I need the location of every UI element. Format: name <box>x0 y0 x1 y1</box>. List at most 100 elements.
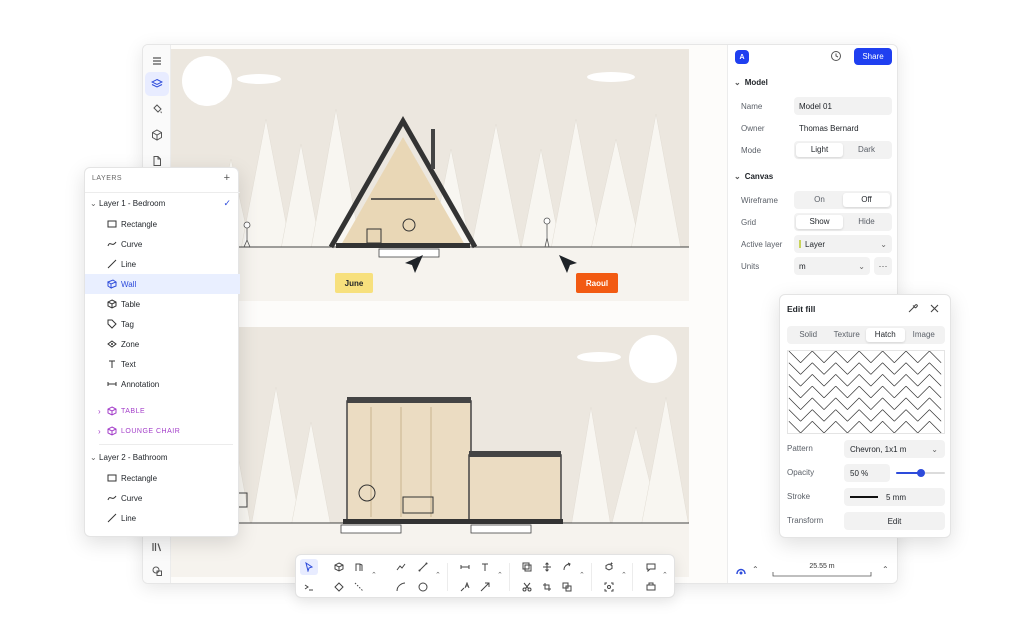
chevron-down-icon: ⌄ <box>90 198 97 208</box>
fill-type-tabs: Solid Texture Hatch Image <box>787 326 945 344</box>
tab-texture[interactable]: Texture <box>828 328 867 342</box>
move-icon[interactable] <box>538 559 556 575</box>
grid-show-option[interactable]: Show <box>796 215 843 229</box>
opacity-input[interactable]: 50 % <box>844 464 890 482</box>
chevron-up-icon[interactable]: ⌃ <box>662 571 668 579</box>
layer-item-line[interactable]: Line <box>85 508 240 528</box>
label-tool-icon[interactable] <box>456 579 474 595</box>
menu-icon[interactable] <box>145 49 169 73</box>
canvas-section-header[interactable]: ⌄ Canvas <box>734 172 773 181</box>
wireframe-toggle: On Off <box>794 191 892 209</box>
plus-icon[interactable]: + <box>224 172 230 184</box>
tab-solid[interactable]: Solid <box>789 328 828 342</box>
circle-tool-icon[interactable] <box>414 579 432 595</box>
layer-item-text[interactable]: Text <box>85 354 240 374</box>
june-cursor-icon <box>405 255 423 273</box>
crop-icon[interactable] <box>538 579 556 595</box>
grid-row: Grid Show Hide <box>728 211 897 233</box>
mode-dark-option[interactable]: Dark <box>843 143 890 157</box>
drawing-canvas[interactable]: June Raoul <box>171 45 727 583</box>
path-tool-icon[interactable] <box>392 559 410 575</box>
layer-item-rectangle[interactable]: Rectangle <box>85 468 240 488</box>
duplicate-icon[interactable] <box>518 559 536 575</box>
chevron-up-icon[interactable]: ⌃ <box>752 565 759 574</box>
rotate-icon[interactable] <box>558 559 576 575</box>
layer-item-tag[interactable]: Tag <box>85 314 240 334</box>
chevron-up-icon[interactable]: ⌃ <box>371 571 377 579</box>
component-icon <box>107 426 117 436</box>
line-tool-icon[interactable] <box>414 559 432 575</box>
close-icon[interactable] <box>930 304 939 313</box>
owner-value: Thomas Bernard <box>799 123 859 133</box>
comment-icon[interactable] <box>642 559 660 575</box>
layer-group-bathroom[interactable]: ⌄ Layer 2 - Bathroom <box>85 447 240 467</box>
more-options-icon[interactable]: ⋯ <box>874 257 892 275</box>
text-tool-icon[interactable] <box>476 559 494 575</box>
units-select[interactable]: m ⌄ <box>794 257 870 275</box>
history-icon[interactable] <box>830 50 842 62</box>
active-layer-select[interactable]: Layer ⌄ <box>794 235 892 253</box>
layer-item-zone[interactable]: Zone <box>85 334 240 354</box>
arrow-tool-icon[interactable] <box>476 579 494 595</box>
component-lounge-chair[interactable]: › LOUNGE CHAIR <box>85 421 240 441</box>
house-section-drawing <box>171 327 689 577</box>
tab-image[interactable]: Image <box>905 328 944 342</box>
mode-light-option[interactable]: Light <box>796 143 843 157</box>
layers-icon[interactable] <box>145 72 169 96</box>
chevron-up-icon[interactable]: ⌃ <box>435 571 441 579</box>
layer-item-curve[interactable]: Curve <box>85 488 240 508</box>
stroke-input[interactable]: 5 mm <box>844 488 945 506</box>
rectangle-icon <box>107 219 117 229</box>
name-field[interactable]: Model 01 <box>794 97 892 115</box>
cursor-label-raoul: Raoul <box>576 273 618 293</box>
dimension-tool-icon[interactable] <box>456 559 474 575</box>
library-icon[interactable] <box>145 535 169 559</box>
transform-edit-button[interactable]: Edit <box>844 512 945 530</box>
eyedropper-icon[interactable] <box>907 303 918 314</box>
focus-icon[interactable] <box>600 579 618 595</box>
chevron-up-icon[interactable]: ⌃ <box>882 565 889 574</box>
layer-item-line[interactable]: Line <box>85 254 240 274</box>
chevron-up-icon[interactable]: ⌃ <box>621 571 627 579</box>
avatar[interactable]: A <box>735 50 749 64</box>
opacity-slider-thumb[interactable] <box>916 469 925 477</box>
raoul-cursor-icon <box>559 255 577 273</box>
stroke-preview <box>850 496 878 498</box>
share-button[interactable]: Share <box>854 48 892 65</box>
grid-hide-option[interactable]: Hide <box>843 215 890 229</box>
wireframe-off-option[interactable]: Off <box>843 193 890 207</box>
add-object-icon[interactable] <box>600 559 618 575</box>
export-icon[interactable] <box>642 579 660 595</box>
snap-icon[interactable] <box>734 564 748 578</box>
scissors-icon[interactable] <box>518 579 536 595</box>
terminal-icon[interactable] <box>300 579 318 595</box>
layer-item-rectangle[interactable]: Rectangle <box>85 214 240 234</box>
layer-item-table[interactable]: Table <box>85 294 240 314</box>
paint-bucket-icon[interactable] <box>145 97 169 121</box>
door-tool-icon[interactable] <box>350 559 368 575</box>
pattern-select[interactable]: Chevron, 1x1 m ⌄ <box>844 440 945 458</box>
wireframe-on-option[interactable]: On <box>796 193 843 207</box>
tab-hatch[interactable]: Hatch <box>866 328 905 342</box>
layers-panel: LAYERS + ⌄ Layer 1 - Bedroom ✓ Rectangle… <box>84 167 240 537</box>
chevron-up-icon[interactable]: ⌃ <box>579 571 585 579</box>
scale-bar-line <box>772 572 872 577</box>
zone-tool-icon[interactable] <box>330 579 348 595</box>
measure-tool-icon[interactable] <box>350 579 368 595</box>
layer-item-wall[interactable]: Wall <box>85 274 240 294</box>
text-icon <box>107 359 117 369</box>
assets-icon[interactable] <box>145 559 169 583</box>
component-table[interactable]: › TABLE <box>85 401 240 421</box>
model-section-header[interactable]: ⌄ Model <box>734 78 768 87</box>
layer-item-curve[interactable]: Curve <box>85 234 240 254</box>
cube-icon[interactable] <box>145 123 169 147</box>
layer-item-annotation[interactable]: Annotation <box>85 374 240 394</box>
hatch-preview <box>787 350 945 434</box>
chevron-up-icon[interactable]: ⌃ <box>497 571 503 579</box>
box-tool-icon[interactable] <box>330 559 348 575</box>
select-tool-icon[interactable] <box>300 559 318 575</box>
layer-group-bedroom[interactable]: ⌄ Layer 1 - Bedroom ✓ <box>85 193 240 213</box>
arc-tool-icon[interactable] <box>392 579 410 595</box>
opacity-slider[interactable] <box>896 469 945 477</box>
group-icon[interactable] <box>558 579 576 595</box>
